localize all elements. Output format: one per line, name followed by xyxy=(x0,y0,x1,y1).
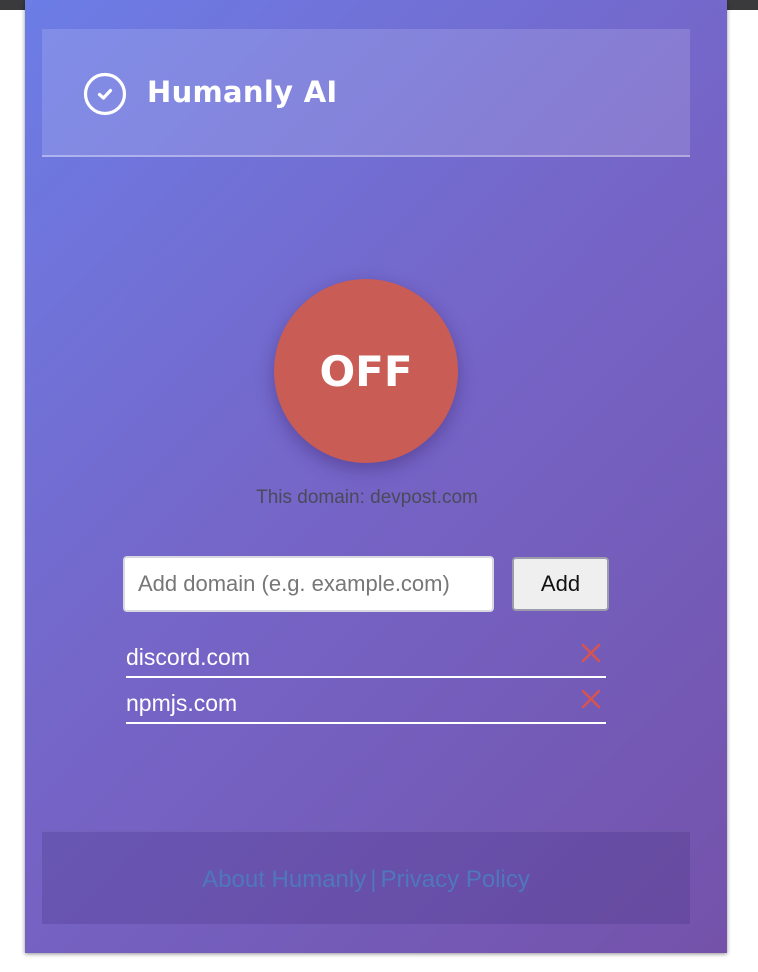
footer: About Humanly | Privacy Policy xyxy=(42,831,690,924)
list-item: npmjs.com xyxy=(126,680,606,724)
domain-name: npmjs.com xyxy=(126,690,238,716)
current-domain-text: This domain: devpost.com xyxy=(256,487,478,508)
about-link[interactable]: About Humanly xyxy=(202,866,366,893)
extension-popup: Humanly AI OFF This domain: devpost.com … xyxy=(25,0,727,953)
list-item: discord.com xyxy=(126,634,606,678)
close-icon[interactable] xyxy=(580,688,602,710)
add-domain-input[interactable] xyxy=(123,556,494,612)
check-circle-icon xyxy=(83,72,127,116)
domain-list: discord.com npmjs.com xyxy=(126,634,606,726)
privacy-policy-link[interactable]: Privacy Policy xyxy=(380,866,529,893)
domain-name: discord.com xyxy=(126,644,250,670)
footer-separator: | xyxy=(370,866,377,893)
header: Humanly AI xyxy=(42,29,690,157)
app-title: Humanly AI xyxy=(147,75,338,109)
close-icon[interactable] xyxy=(580,642,602,664)
toggle-label: OFF xyxy=(319,346,413,396)
power-toggle-button[interactable]: OFF xyxy=(274,279,458,463)
add-domain-button[interactable]: Add xyxy=(512,557,609,611)
